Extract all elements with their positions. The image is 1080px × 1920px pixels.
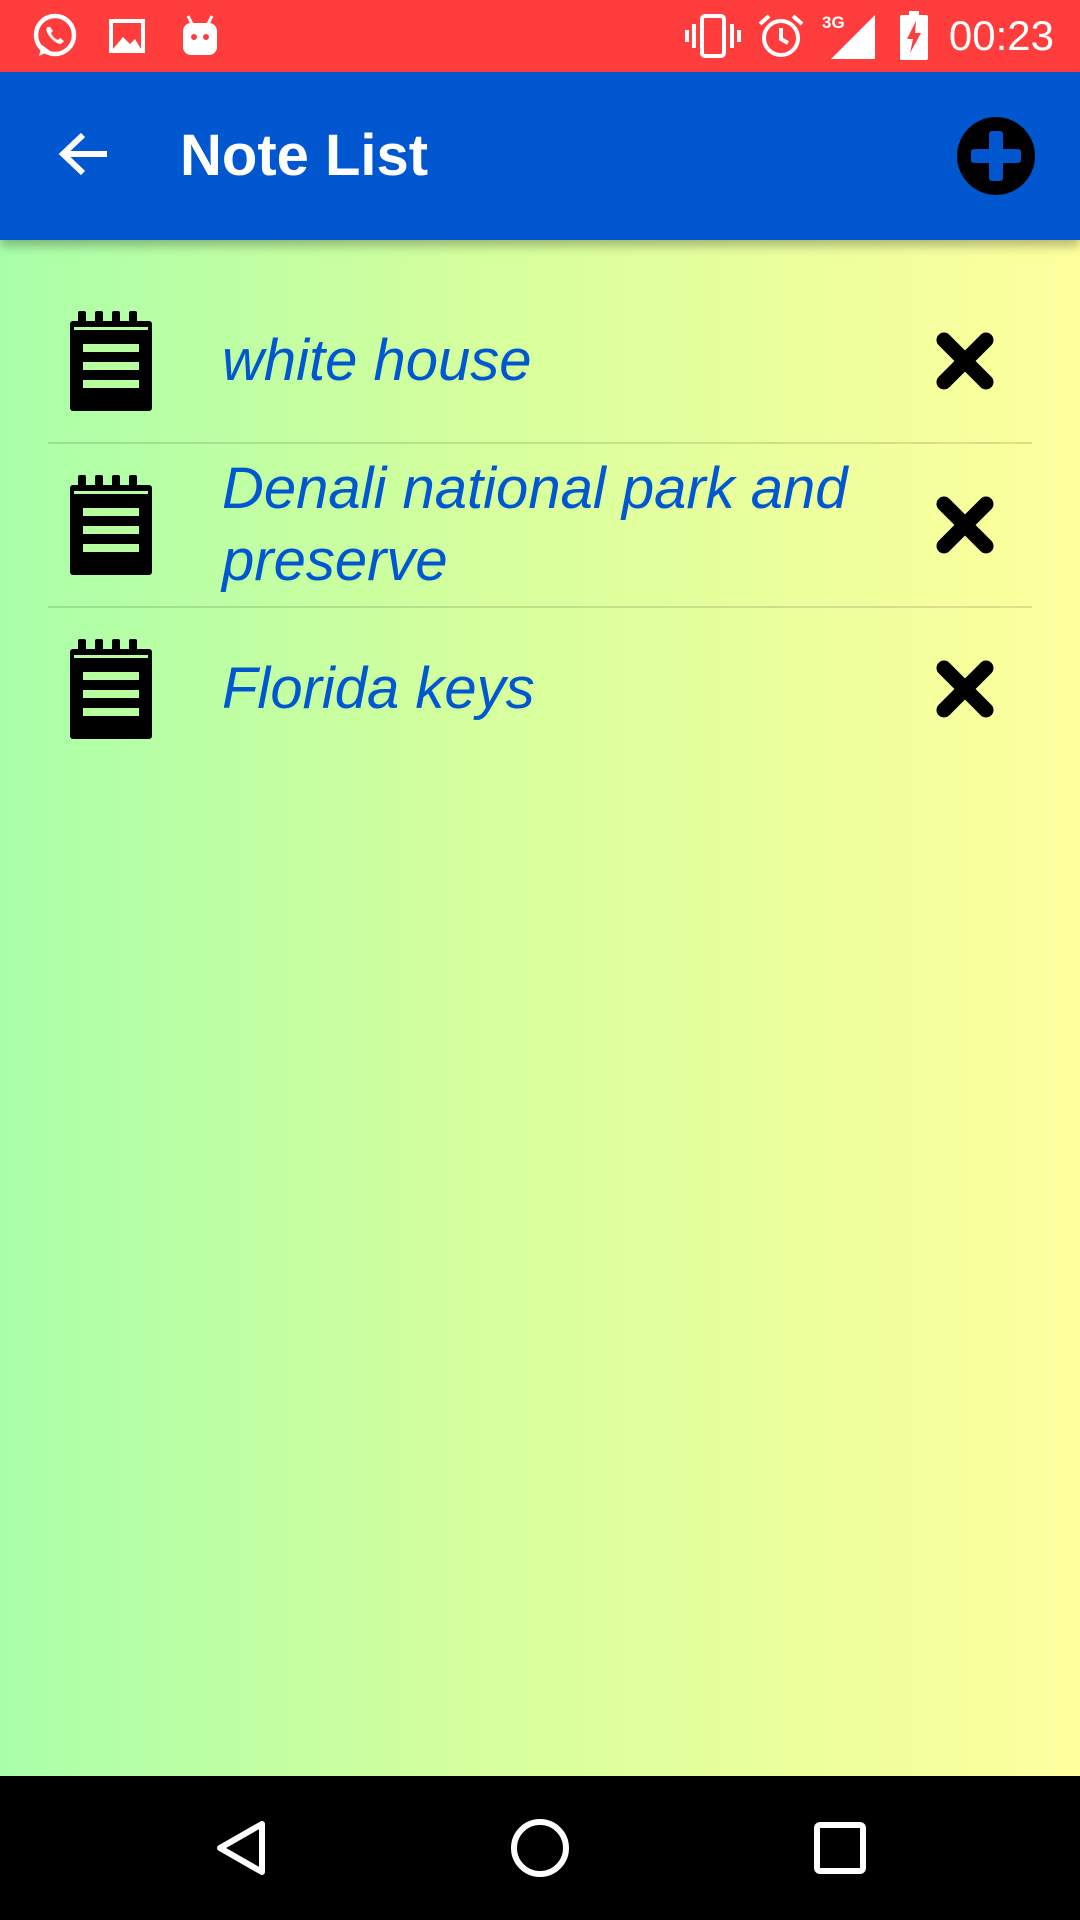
arrow-back-icon [57, 131, 111, 182]
whatsapp-icon [28, 10, 82, 62]
svg-text:3G: 3G [822, 13, 845, 32]
app-bar: Note List [0, 72, 1080, 240]
delete-note-button[interactable] [934, 658, 996, 720]
android-debug-icon [176, 10, 224, 62]
nav-recents-button[interactable] [804, 1812, 876, 1884]
status-time: 00:23 [948, 12, 1054, 59]
page-title: Note List [180, 123, 429, 188]
home-circle-icon [504, 1819, 576, 1888]
image-icon [104, 10, 150, 62]
note-item[interactable]: white house [48, 280, 1032, 442]
note-title: Florida keys [222, 656, 535, 721]
status-bar: 3G 00:23 [0, 0, 1080, 72]
signal-icon: 3G [818, 10, 878, 62]
add-note-button[interactable] [956, 116, 1036, 196]
battery-charging-icon [898, 10, 930, 62]
nav-back-button[interactable] [204, 1812, 276, 1884]
delete-note-button[interactable] [934, 330, 996, 392]
note-list-container: white house Denali national park and pre… [0, 240, 1080, 1776]
notepad-icon [70, 475, 152, 575]
navigation-bar [0, 1776, 1080, 1920]
note-title: Denali national park and preserve [222, 456, 848, 593]
nav-home-button[interactable] [504, 1812, 576, 1884]
note-item[interactable]: Florida keys [48, 606, 1032, 770]
vibrate-icon [684, 10, 742, 62]
note-title: white house [222, 328, 532, 393]
back-button[interactable] [40, 112, 128, 200]
note-list: white house Denali national park and pre… [48, 280, 1032, 770]
notepad-icon [70, 639, 152, 739]
close-icon [934, 332, 996, 396]
close-icon [934, 496, 996, 560]
close-icon [934, 660, 996, 724]
screen: 3G 00:23 Note List white house Denali na… [0, 0, 1080, 1920]
alarm-icon [756, 10, 806, 62]
recents-square-icon [804, 1822, 876, 1888]
back-triangle-icon [204, 1821, 276, 1888]
note-item[interactable]: Denali national park and preserve [48, 442, 1032, 606]
delete-note-button[interactable] [934, 494, 996, 556]
notepad-icon [70, 311, 152, 411]
add-circle-icon [956, 117, 1036, 200]
